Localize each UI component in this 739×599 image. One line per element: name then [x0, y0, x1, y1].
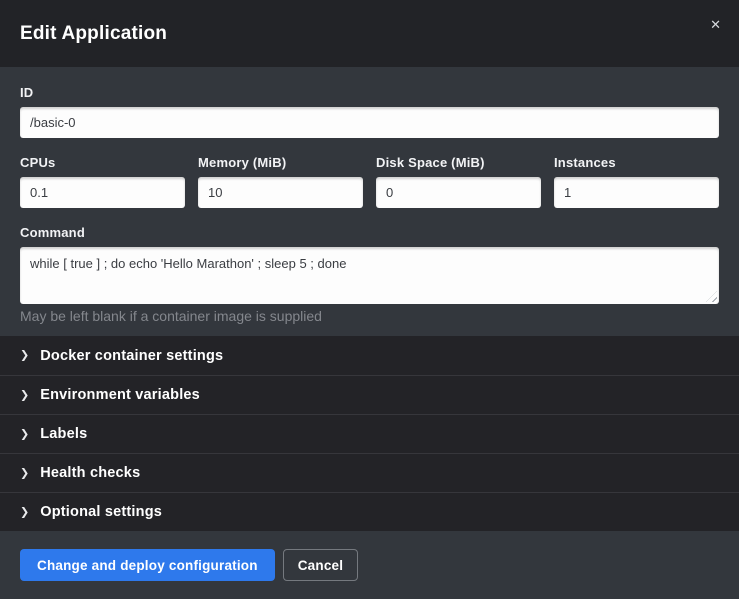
form-body: ID CPUs Memory (MiB) Disk Space (MiB) In… — [0, 67, 739, 336]
section-label: Optional settings — [40, 504, 162, 520]
close-button[interactable]: ✕ — [706, 14, 725, 35]
chevron-right-icon: ❯ — [20, 429, 29, 440]
modal-footer: Change and deploy configuration Cancel — [0, 531, 739, 599]
section-docker-container-settings[interactable]: ❯ Docker container settings — [0, 336, 739, 375]
edit-application-modal: Edit Application ✕ ID CPUs Memory (MiB) … — [0, 0, 739, 599]
chevron-right-icon: ❯ — [20, 351, 29, 362]
command-label: Command — [20, 225, 719, 240]
section-optional-settings[interactable]: ❯ Optional settings — [0, 492, 739, 531]
id-label: ID — [20, 85, 719, 100]
section-environment-variables[interactable]: ❯ Environment variables — [0, 375, 739, 414]
memory-label: Memory (MiB) — [198, 155, 363, 170]
section-labels[interactable]: ❯ Labels — [0, 414, 739, 453]
memory-field-group: Memory (MiB) — [198, 155, 363, 208]
section-label: Docker container settings — [40, 348, 223, 364]
page-title: Edit Application — [20, 23, 167, 45]
chevron-right-icon: ❯ — [20, 507, 29, 518]
cpus-input[interactable] — [20, 177, 185, 208]
section-label: Health checks — [40, 465, 140, 481]
command-field-group: Command while [ true ] ; do echo 'Hello … — [20, 225, 719, 324]
chevron-right-icon: ❯ — [20, 390, 29, 401]
cancel-button[interactable]: Cancel — [283, 549, 358, 581]
cpus-field-group: CPUs — [20, 155, 185, 208]
disk-field-group: Disk Space (MiB) — [376, 155, 541, 208]
section-label: Labels — [40, 426, 87, 442]
memory-input[interactable] — [198, 177, 363, 208]
command-help-text: May be left blank if a container image i… — [20, 308, 719, 324]
section-label: Environment variables — [40, 387, 200, 403]
resource-fields-row: CPUs Memory (MiB) Disk Space (MiB) Insta… — [20, 155, 719, 208]
id-input[interactable] — [20, 107, 719, 138]
command-textarea[interactable]: while [ true ] ; do echo 'Hello Marathon… — [20, 247, 719, 304]
instances-field-group: Instances — [554, 155, 719, 208]
chevron-right-icon: ❯ — [20, 468, 29, 479]
close-icon: ✕ — [710, 17, 721, 32]
change-and-deploy-button[interactable]: Change and deploy configuration — [20, 549, 275, 581]
accordion-sections: ❯ Docker container settings ❯ Environmen… — [0, 336, 739, 531]
id-field-group: ID — [20, 85, 719, 138]
disk-input[interactable] — [376, 177, 541, 208]
disk-label: Disk Space (MiB) — [376, 155, 541, 170]
modal-header: Edit Application ✕ — [0, 0, 739, 67]
cpus-label: CPUs — [20, 155, 185, 170]
instances-input[interactable] — [554, 177, 719, 208]
instances-label: Instances — [554, 155, 719, 170]
section-health-checks[interactable]: ❯ Health checks — [0, 453, 739, 492]
